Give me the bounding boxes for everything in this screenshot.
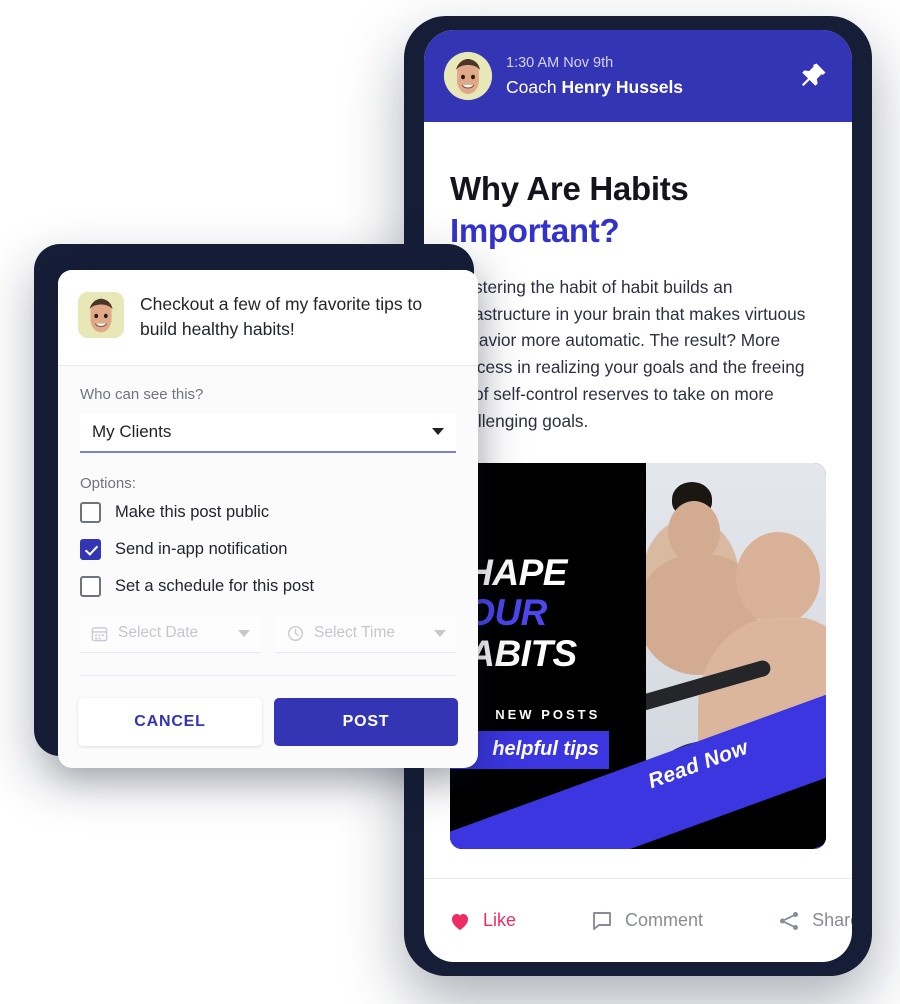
chevron-down-icon [238,629,250,637]
dialog-caption: Checkout a few of my favorite tips to bu… [140,294,423,340]
visibility-value: My Clients [92,421,172,441]
promo-headline-line-1: SHAPE [450,551,567,593]
post-actions-bar: Like Comment Share [424,878,852,962]
cancel-button[interactable]: CANCEL [78,697,262,746]
post-body: Why Are Habits Important? Mastering the … [424,122,852,878]
promo-headline-line-3: HABITS [450,632,577,674]
checkbox-make-public[interactable] [80,501,101,523]
dialog-footer: CANCEL POST [58,680,478,768]
option-make-public[interactable]: Make this post public [80,501,456,523]
page-title: Why Are Habits Important? [450,168,826,252]
promo-image-card[interactable]: SHAPE YOUR HABITS NEW POSTS helpful tips… [450,462,826,849]
pushpin-icon[interactable] [796,59,830,93]
promo-eyebrow: NEW POSTS [495,706,601,722]
option-label: Set a schedule for this post [115,576,315,595]
chevron-down-icon [434,629,446,637]
visibility-label: Who can see this? [80,385,204,403]
dialog-header: Checkout a few of my favorite tips to bu… [58,270,478,366]
title-line-2: Important? [450,211,620,249]
title-line-1: Why Are Habits [450,170,689,207]
dialog-body: Who can see this? My Clients Options: Ma… [58,366,478,680]
calendar-icon [91,626,108,642]
share-icon [780,911,799,930]
post-paragraph: Mastering the habit of habit builds an i… [450,276,806,431]
avatar [78,292,124,338]
chevron-down-icon [432,428,444,436]
checkbox-send-notification[interactable] [80,538,101,560]
option-label: Make this post public [115,502,270,521]
option-send-notification[interactable]: Send in-app notification [80,538,456,560]
option-label: Send in-app notification [115,539,288,558]
comment-icon [593,911,611,930]
post-timestamp: 1:30 AM Nov 9th [506,54,614,71]
visibility-select[interactable]: My Clients [80,412,456,453]
like-label: Like [483,910,517,930]
post-composer-dialog: Checkout a few of my favorite tips to bu… [58,270,478,768]
date-picker[interactable]: Select Date [80,614,260,653]
checkbox-set-schedule[interactable] [80,575,101,597]
time-picker-placeholder: Select Time [314,624,395,642]
post-button[interactable]: POST [274,697,458,746]
user-avatar-icon [444,52,492,100]
options-label: Options: [80,474,136,492]
post-header: 1:30 AM Nov 9th Coach Henry Hussels [424,30,852,122]
avatar [444,52,492,100]
phone-screen: 1:30 AM Nov 9th Coach Henry Hussels Why … [424,30,852,962]
heart-icon [452,913,468,930]
author-prefix: Coach [506,76,562,97]
post-header-text: 1:30 AM Nov 9th Coach Henry Hussels [506,54,796,99]
date-picker-placeholder: Select Date [118,624,199,642]
schedule-pickers: Select Date Select Time [80,614,456,676]
clock-icon [287,625,304,641]
promo-headline: SHAPE YOUR HABITS [450,551,678,675]
promo-headline-line-2: YOUR [450,592,547,634]
comment-label: Comment [625,910,704,930]
user-avatar-icon [78,292,124,338]
share-label: Share [812,910,852,930]
option-set-schedule[interactable]: Set a schedule for this post [80,575,456,597]
post-author: Coach Henry Hussels [506,76,796,99]
time-picker[interactable]: Select Time [276,614,456,653]
comment-button[interactable]: Comment [590,909,703,933]
like-button[interactable]: Like [448,909,516,933]
athlete-head-front [735,532,820,625]
share-button[interactable]: Share [777,909,852,933]
author-name: Henry Hussels [561,76,684,97]
